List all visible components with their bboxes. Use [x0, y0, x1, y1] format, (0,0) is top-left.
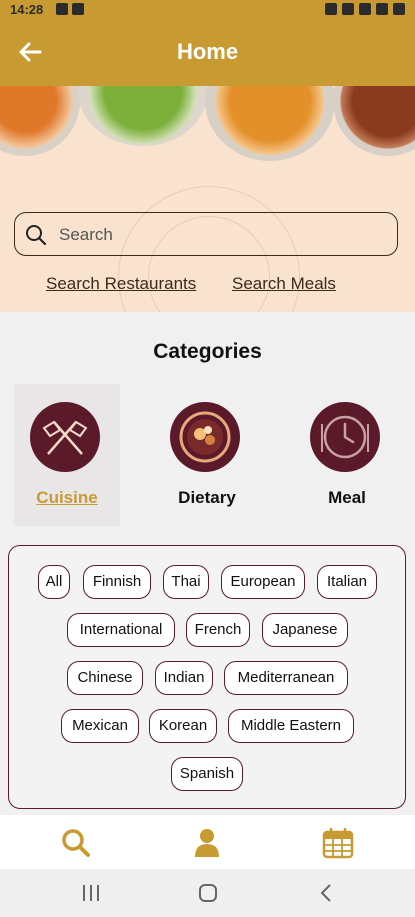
search-field[interactable]: [14, 212, 398, 256]
chip-spanish[interactable]: Spanish: [171, 757, 243, 791]
cuisine-filter-panel: All Finnish Thai European Italian Intern…: [8, 545, 406, 809]
status-time: 14:28: [10, 2, 44, 17]
category-cuisine[interactable]: Cuisine: [14, 384, 120, 526]
vegetables-plate-icon: [170, 402, 240, 472]
app-notification-icon: [56, 3, 68, 15]
search-icon[interactable]: [58, 825, 94, 861]
status-bar: 14:28: [0, 0, 415, 20]
chip-mediterranean[interactable]: Mediterranean: [224, 661, 348, 695]
category-label: Cuisine: [36, 488, 98, 507]
battery-icon: [393, 3, 405, 15]
dish-image: [205, 86, 335, 161]
chip-european[interactable]: European: [221, 565, 305, 599]
page-title: Home: [176, 39, 239, 64]
app-bar: Home: [0, 20, 415, 86]
chip-chinese[interactable]: Chinese: [67, 661, 143, 695]
wifi-icon: [359, 3, 371, 15]
dish-image: [333, 86, 415, 156]
clock-cutlery-icon: [310, 402, 380, 472]
chip-french[interactable]: French: [186, 613, 250, 647]
chip-indian[interactable]: Indian: [155, 661, 213, 695]
category-label: Meal: [328, 488, 366, 507]
chip-italian[interactable]: Italian: [317, 565, 377, 599]
search-restaurants-link[interactable]: Search Restaurants: [46, 274, 196, 294]
system-navigation: [0, 869, 415, 917]
chip-mexican[interactable]: Mexican: [61, 709, 139, 743]
alarm-icon: [325, 3, 337, 15]
chip-finnish[interactable]: Finnish: [83, 565, 151, 599]
chip-thai[interactable]: Thai: [163, 565, 209, 599]
bottom-navigation: [0, 815, 415, 869]
chip-middle-eastern[interactable]: Middle Eastern: [228, 709, 354, 743]
search-input[interactable]: [57, 221, 391, 249]
user-icon[interactable]: [189, 825, 225, 861]
back-icon[interactable]: [312, 881, 342, 905]
mute-icon: [342, 3, 354, 15]
calendar-icon[interactable]: [320, 825, 356, 861]
category-meal[interactable]: Meal: [294, 384, 400, 526]
chip-all[interactable]: All: [38, 565, 70, 599]
image-notification-icon: [72, 3, 84, 15]
chip-japanese[interactable]: Japanese: [262, 613, 348, 647]
food-banner: Search Restaurants Search Meals: [0, 86, 415, 312]
recent-apps-icon[interactable]: [76, 881, 106, 905]
signal-icon: [376, 3, 388, 15]
category-dietary[interactable]: Dietary: [154, 384, 260, 526]
search-meals-link[interactable]: Search Meals: [232, 274, 336, 294]
category-label: Dietary: [178, 488, 236, 507]
chip-korean[interactable]: Korean: [149, 709, 217, 743]
search-icon: [26, 225, 47, 246]
home-icon[interactable]: [193, 881, 223, 905]
chip-international[interactable]: International: [67, 613, 175, 647]
crossed-flags-icon: [30, 402, 100, 472]
categories-heading: Categories: [153, 340, 262, 363]
dish-image: [0, 86, 80, 156]
dish-image: [78, 86, 208, 146]
